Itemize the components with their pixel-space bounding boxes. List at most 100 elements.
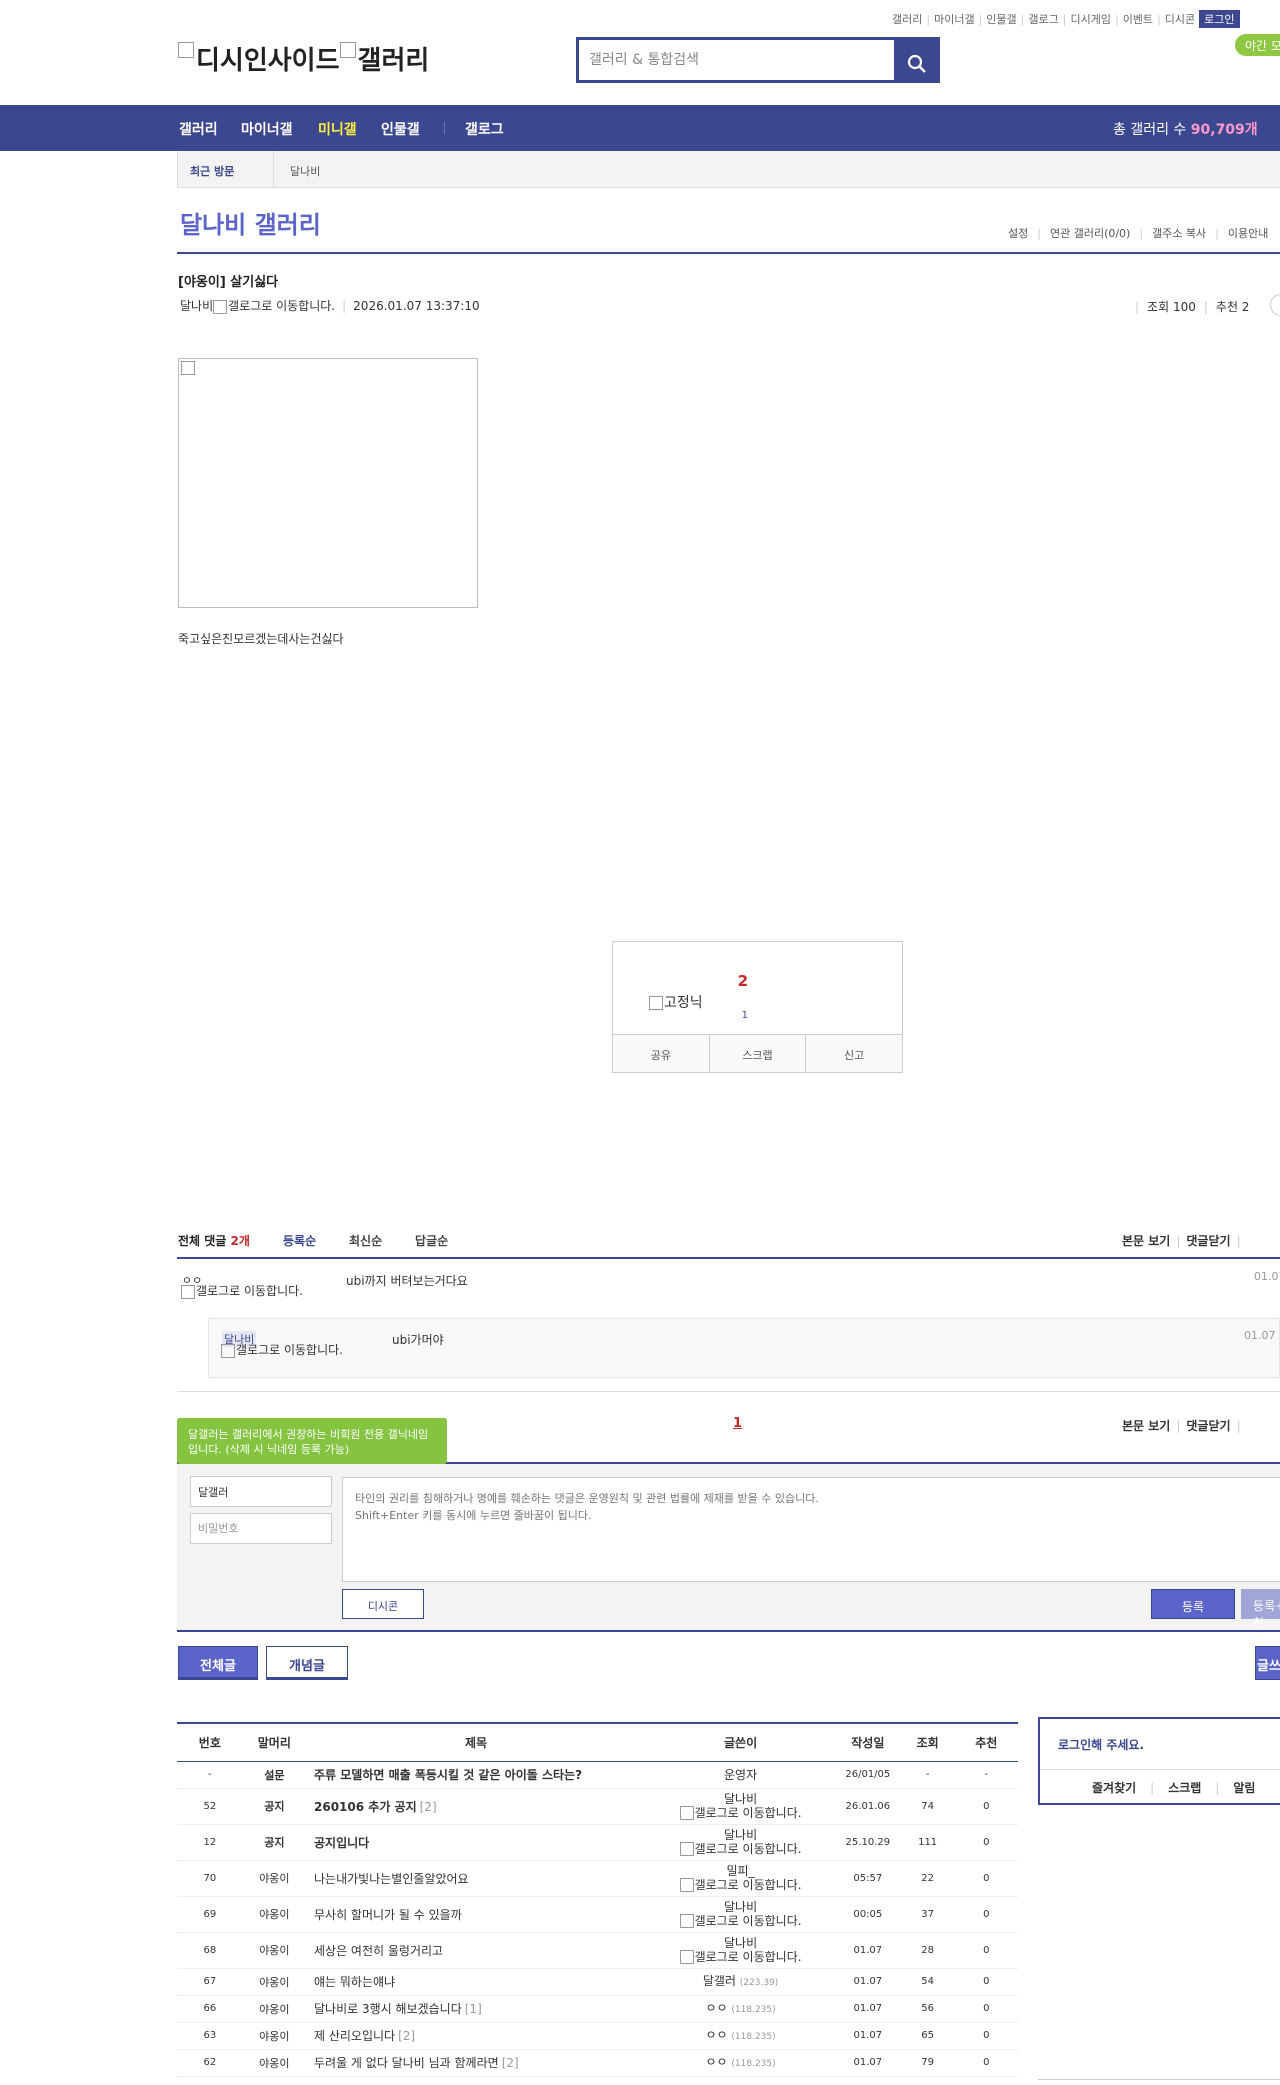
nickname-input[interactable] xyxy=(190,1476,332,1507)
scrap-button[interactable]: 스크랩 xyxy=(710,1035,807,1072)
tab-all-posts[interactable]: 전체글 xyxy=(178,1646,258,1680)
gallog-icon[interactable] xyxy=(213,299,228,314)
fixed-nick-recommend-button[interactable]: 고정닉 xyxy=(649,992,703,1012)
writer-gallog[interactable]: 갤로그로 이동합니다. xyxy=(679,1806,802,1821)
close-comments-link[interactable]: 댓글닫기 xyxy=(1186,1419,1230,1433)
night-mode-button[interactable]: 야간 모드 xyxy=(1235,34,1280,56)
post-subject[interactable]: 세상은 여전히 울렁거리고 xyxy=(306,1932,647,1969)
post-subject-text[interactable]: 나는내가빛나는별인줄알았어요 xyxy=(314,1872,469,1886)
writer-nick[interactable]: 달나비 xyxy=(724,1792,757,1806)
site-logo[interactable]: 디시인사이드 갤러리 xyxy=(178,40,429,77)
post-subject[interactable]: 260106 추가 공지 [2] xyxy=(306,1788,647,1825)
login-button[interactable]: 로그인 xyxy=(1199,10,1240,28)
share-button[interactable]: 공유 xyxy=(613,1035,710,1072)
writer-nick[interactable]: 밀피_ xyxy=(727,1864,755,1878)
recent-visits-label[interactable]: 최근 방문 xyxy=(190,163,234,179)
writer-nick[interactable]: ㅇㅇ xyxy=(705,2001,727,2015)
post-subject[interactable]: 무사히 할머니가 될 수 있을까 xyxy=(306,1896,647,1933)
comment-textarea[interactable] xyxy=(342,1477,1280,1582)
comment-gallog[interactable]: 갤로그로 이동합니다. xyxy=(181,1284,311,1299)
post-subject[interactable]: 나는내가빛나는별인줄알았어요 xyxy=(306,1860,647,1897)
post-subject[interactable]: 제 산리오입니다 [2] xyxy=(306,2022,647,2050)
scrap-link[interactable]: 스크랩 xyxy=(1168,1781,1201,1795)
table-row[interactable]: 68 야옹이 세상은 여전히 울렁거리고 달나비 갤로그로 이동합니다. 01.07 28 0 xyxy=(177,1932,1018,1969)
table-row[interactable]: - 설문 주류 모델하면 매출 폭등시킬 것 같은 아이돌 스타는? 운영자 26/01… xyxy=(177,1761,1018,1789)
util-link-dccon[interactable]: 디시콘 xyxy=(1165,13,1195,26)
nav-item-mini[interactable]: 미니갤 xyxy=(318,119,357,139)
table-row[interactable]: 52 공지 260106 추가 공지 [2] 달나비 갤로그로 이동합니다. 26.01.0… xyxy=(177,1788,1018,1825)
reply-gallog[interactable]: 갤로그로 이동합니다. xyxy=(221,1343,351,1358)
post-subject-text[interactable]: 달나비로 3행시 해보겠습니다 xyxy=(314,2002,462,2016)
write-post-button[interactable]: 글쓰기 xyxy=(1255,1646,1280,1680)
reply-count[interactable]: [1] xyxy=(465,2002,482,2016)
post-subject-text[interactable]: 얘는 뭐하는얘냐 xyxy=(314,1975,395,1989)
table-row[interactable]: 62 야옹이 두려울 게 없다 달나비 님과 함께라면 [2] ㅇㅇ (118.235)… xyxy=(177,2049,1018,2077)
post-subject-text[interactable]: 공지입니다 xyxy=(314,1836,369,1850)
post-subject[interactable]: 공지입니다 xyxy=(306,1824,647,1861)
post-image[interactable] xyxy=(178,358,478,608)
gallery-settings-link[interactable]: 설정 xyxy=(1008,227,1028,240)
post-subject-text[interactable]: 주류 모델하면 매출 폭등시킬 것 같은 아이돌 스타는? xyxy=(314,1768,582,1782)
view-post-link[interactable]: 본문 보기 xyxy=(1122,1234,1170,1248)
view-post-link[interactable]: 본문 보기 xyxy=(1122,1419,1170,1433)
nav-item-minor[interactable]: 마이너갤 xyxy=(241,119,293,139)
reply-count[interactable]: [2] xyxy=(398,2029,415,2043)
reply-count[interactable]: [2] xyxy=(502,2056,519,2070)
post-subject[interactable]: 달나비로 3행시 해보겠습니다 [1] xyxy=(306,1995,647,2023)
table-row[interactable]: 12 공지 공지입니다 달나비 갤로그로 이동합니다. 25.10.29 111 0 xyxy=(177,1824,1018,1861)
copy-address-link[interactable]: 갤주소 복사 xyxy=(1152,227,1206,240)
util-link-person[interactable]: 인물갤 xyxy=(986,13,1016,26)
writer-gallog[interactable]: 갤로그로 이동합니다. xyxy=(679,1878,802,1893)
table-row[interactable]: 66 야옹이 달나비로 3행시 해보겠습니다 [1] ㅇㅇ (118.235) 01.07… xyxy=(177,1995,1018,2023)
table-row[interactable]: 70 야옹이 나는내가빛나는별인줄알았어요 밀피_ 갤로그로 이동합니다. 05:57 22… xyxy=(177,1860,1018,1897)
sort-registered[interactable]: 등록순 xyxy=(283,1232,316,1249)
search-input[interactable] xyxy=(579,40,897,80)
sort-latest[interactable]: 최신순 xyxy=(349,1232,382,1249)
post-subject[interactable]: 주류 모델하면 매출 폭등시킬 것 같은 아이돌 스타는? xyxy=(306,1761,647,1789)
table-row[interactable]: 69 야옹이 무사히 할머니가 될 수 있을까 달나비 갤로그로 이동합니다. 00:05… xyxy=(177,1896,1018,1933)
writer-nick[interactable]: 달나비 xyxy=(724,1900,757,1914)
reply-count[interactable]: [2] xyxy=(420,1800,437,1814)
post-subject[interactable]: 얘는 뭐하는얘냐 xyxy=(306,1968,647,1996)
util-link-minor[interactable]: 마이너갤 xyxy=(934,13,974,26)
gallery-title[interactable]: 달나비 갤러리 xyxy=(180,205,321,240)
login-prompt[interactable]: 로그인해 주세요. xyxy=(1058,1736,1144,1753)
submit-button[interactable]: 등록 xyxy=(1151,1589,1235,1619)
close-comments-link[interactable]: 댓글닫기 xyxy=(1186,1234,1230,1248)
writer-nick[interactable]: ㅇㅇ xyxy=(705,2055,727,2069)
search-button[interactable] xyxy=(897,40,937,80)
util-link-gallery[interactable]: 갤러리 xyxy=(892,13,922,26)
table-row[interactable]: 67 야옹이 얘는 뭐하는얘냐 달갤러 (223.39) 01.07 54 0 xyxy=(177,1968,1018,1996)
writer-nick[interactable]: 달나비 xyxy=(724,1828,757,1842)
comment-count-bubble[interactable] xyxy=(1270,294,1280,316)
nav-item-gallog[interactable]: 갤로그 xyxy=(465,119,504,139)
util-link-event[interactable]: 이벤트 xyxy=(1123,13,1153,26)
writer-nick[interactable]: ㅇㅇ xyxy=(705,2028,727,2042)
writer-nick[interactable]: 달나비 xyxy=(724,1936,757,1950)
alarm-link[interactable]: 알림 xyxy=(1233,1781,1255,1795)
writer-gallog[interactable]: 갤로그로 이동합니다. xyxy=(679,1950,802,1965)
util-link-gallog[interactable]: 갤로그 xyxy=(1028,13,1058,26)
writer-gallog[interactable]: 갤로그로 이동합니다. xyxy=(679,1842,802,1857)
post-subject-text[interactable]: 제 산리오입니다 xyxy=(314,2029,395,2043)
sort-replies[interactable]: 답글순 xyxy=(415,1232,448,1249)
post-subject-text[interactable]: 260106 추가 공지 xyxy=(314,1800,417,1814)
writer-nick[interactable]: 운영자 xyxy=(724,1768,757,1782)
usage-guide-link[interactable]: 이용안내 xyxy=(1228,227,1268,240)
dccon-button[interactable]: 디시콘 xyxy=(342,1589,424,1619)
tab-best-posts[interactable]: 개념글 xyxy=(266,1646,348,1680)
writer-nick[interactable]: 달갤러 xyxy=(703,1974,736,1988)
nav-item-person[interactable]: 인물갤 xyxy=(381,119,420,139)
util-link-dcgame[interactable]: 디시게임 xyxy=(1070,13,1110,26)
post-subject-text[interactable]: 두려울 게 없다 달나비 님과 함께라면 xyxy=(314,2056,499,2070)
post-author[interactable]: 달나비 xyxy=(180,299,213,313)
post-subject-text[interactable]: 세상은 여전히 울렁거리고 xyxy=(314,1944,443,1958)
gallog-alt-text[interactable]: 갤로그로 이동합니다. xyxy=(228,299,335,313)
password-input[interactable] xyxy=(190,1513,332,1544)
recent-visit-item[interactable]: 달나비 xyxy=(290,163,320,179)
post-subject[interactable]: 두려울 게 없다 달나비 님과 함께라면 [2] xyxy=(306,2049,647,2077)
table-row[interactable]: 63 야옹이 제 산리오입니다 [2] ㅇㅇ (118.235) 01.07 65 0 xyxy=(177,2022,1018,2050)
submit-recommend-button[interactable]: 등록+추천 xyxy=(1241,1589,1280,1630)
related-gallery-link[interactable]: 연관 갤러리(0/0) xyxy=(1050,227,1130,240)
favorites-link[interactable]: 즐겨찾기 xyxy=(1092,1781,1136,1795)
